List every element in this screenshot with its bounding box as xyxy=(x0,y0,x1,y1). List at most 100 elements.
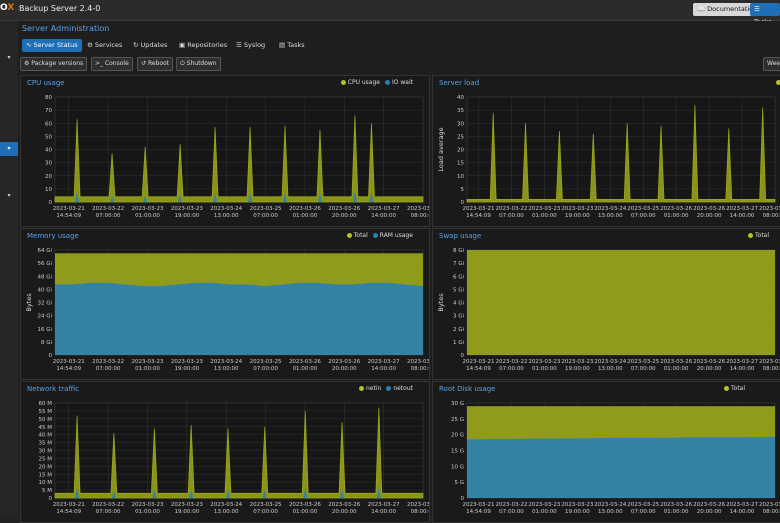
x-tick-label: 01:00:00 xyxy=(293,213,318,219)
y-tick-label: 20 G xyxy=(451,433,464,439)
y-tick-label: 40 xyxy=(457,95,464,101)
tab-services[interactable]: ⚙ Services xyxy=(83,39,126,52)
x-tick-label: 2023-03-26 xyxy=(328,359,360,365)
tab-server-status[interactable]: ∿ Server Status xyxy=(22,39,82,52)
x-tick-label: 2023-03-21 xyxy=(463,359,495,365)
x-tick-label: 2023-03-28 xyxy=(759,359,780,365)
x-tick-label: 2023-03-24 xyxy=(594,502,626,508)
y-axis-label: Bytes xyxy=(25,293,33,312)
memory-usage-chart[interactable]: 08 Gi16 Gi24 Gi32 Gi40 Gi48 Gi56 Gi64 Gi… xyxy=(21,229,429,379)
root-disk-chart[interactable]: 05 G10 G15 G20 G25 G30 G2023-03-2114:54:… xyxy=(433,382,780,522)
shutdown-button[interactable]: ⏻ Shutdown xyxy=(176,57,221,71)
x-tick-label: 13:00:00 xyxy=(214,213,239,219)
x-tick-label: 07:00:00 xyxy=(631,213,656,219)
x-tick-label: 2023-03-24 xyxy=(594,206,626,212)
y-tick-label: 20 M xyxy=(39,464,53,470)
y-tick-label: 30 M xyxy=(39,449,53,455)
x-tick-label: 14:00:00 xyxy=(730,213,755,219)
x-tick-label: 2023-03-24 xyxy=(210,359,242,365)
y-axis-label: Load average xyxy=(437,127,445,171)
x-tick-label: 07:00:00 xyxy=(631,366,656,372)
sidebar-expand-icon[interactable]: ▾ xyxy=(0,51,18,65)
x-tick-label: 2023-03-22 xyxy=(495,502,527,508)
x-tick-label: 2023-03-22 xyxy=(495,206,527,212)
x-tick-label: 13:00:00 xyxy=(214,366,239,372)
tab-tasks[interactable]: ▤ Tasks xyxy=(275,39,309,52)
main-content: Server Administration ∿ Server Status ⚙ … xyxy=(18,21,780,523)
tab-updates[interactable]: ↻ Updates xyxy=(129,39,171,52)
y-tick-label: 40 xyxy=(45,148,52,154)
x-tick-label: 2023-03-27 xyxy=(726,206,758,212)
x-tick-label: 13:00:00 xyxy=(598,509,623,515)
server-load-chart[interactable]: 05101520253035402023-03-2114:54:092023-0… xyxy=(433,76,780,226)
y-tick-label: 48 Gi xyxy=(37,274,52,280)
y-tick-label: 35 xyxy=(457,108,464,114)
y-tick-label: 10 xyxy=(45,187,52,193)
y-tick-label: 32 Gi xyxy=(37,301,52,307)
y-tick-label: 30 xyxy=(45,161,52,167)
series-area-used xyxy=(467,436,775,498)
x-tick-label: 2023-03-28 xyxy=(407,359,429,365)
y-tick-label: 35 M xyxy=(39,441,53,447)
x-tick-label: 2023-03-26 xyxy=(693,206,725,212)
series-area-used xyxy=(55,282,423,355)
cpu-usage-panel: CPU usage CPU usage IO wait 0 10 20 30 40 50 60… xyxy=(20,75,430,227)
x-tick-label: 2023-03-25 xyxy=(627,206,659,212)
x-tick-label: 2023-03-23 xyxy=(171,359,203,365)
server-load-panel: Server load 0 5 10 15 20 25 30 35 40 2023-03-21 14… xyxy=(432,75,780,227)
y-tick-label: 3 Gi xyxy=(453,314,465,320)
x-tick-label: 13:00:00 xyxy=(598,366,623,372)
x-tick-label: 2023-03-24 xyxy=(594,359,626,365)
x-tick-label: 07:00:00 xyxy=(253,366,278,372)
x-tick-label: 07:00:00 xyxy=(631,509,656,515)
y-tick-label: 10 G xyxy=(451,464,464,470)
tab-repositories[interactable]: ▣ Repositories xyxy=(175,39,231,52)
reboot-button[interactable]: ↺ Reboot xyxy=(137,57,174,71)
x-tick-label: 13:00:00 xyxy=(214,509,239,515)
x-tick-label: 2023-03-28 xyxy=(759,502,780,508)
tab-syslog[interactable]: ☰ Syslog xyxy=(232,39,269,52)
x-tick-label: 01:00:00 xyxy=(664,213,689,219)
x-tick-label: 2023-03-22 xyxy=(495,359,527,365)
sidebar-collapse-icon[interactable]: ▾ xyxy=(0,189,18,203)
sidebar: ▾ ▾ ▾ xyxy=(0,21,19,516)
timeframe-select[interactable]: Week xyxy=(763,57,780,71)
x-tick-label: 2023-03-23 xyxy=(528,206,560,212)
x-tick-label: 14:54:09 xyxy=(56,509,81,515)
y-tick-label: 7 Gi xyxy=(453,261,465,267)
x-tick-label: 08:00:00 xyxy=(411,213,429,219)
x-tick-label: 14:54:09 xyxy=(56,213,81,219)
y-tick-label: 15 G xyxy=(451,449,464,455)
y-tick-label: 8 Gi xyxy=(453,248,465,254)
x-tick-label: 2023-03-23 xyxy=(528,502,560,508)
swap-usage-chart[interactable]: 01 Gi2 Gi3 Gi4 Gi5 Gi6 Gi7 Gi8 Gi2023-03… xyxy=(433,229,780,379)
y-tick-label: 5 M xyxy=(42,488,52,494)
x-tick-label: 2023-03-27 xyxy=(368,359,400,365)
x-tick-label: 01:00:00 xyxy=(532,366,557,372)
x-tick-label: 2023-03-21 xyxy=(463,502,495,508)
y-tick-label: 40 Gi xyxy=(37,287,52,293)
x-tick-label: 2023-03-21 xyxy=(53,206,85,212)
x-tick-label: 2023-03-24 xyxy=(210,206,242,212)
y-tick-label: 6 Gi xyxy=(453,274,465,280)
x-tick-label: 2023-03-28 xyxy=(407,206,429,212)
y-tick-label: 10 M xyxy=(39,480,53,486)
x-tick-label: 2023-03-23 xyxy=(561,359,593,365)
y-tick-label: 15 xyxy=(457,161,464,167)
x-tick-label: 2023-03-22 xyxy=(92,502,124,508)
package-versions-button[interactable]: ⚙ Package versions xyxy=(20,57,88,71)
sidebar-item-active[interactable]: ▾ xyxy=(0,142,18,156)
x-tick-label: 08:00:00 xyxy=(763,366,780,372)
y-tick-label: 25 M xyxy=(39,456,53,462)
x-tick-label: 14:00:00 xyxy=(371,213,396,219)
cpu-usage-chart[interactable]: 010203040506070802023-03-2114:54:092023-… xyxy=(21,76,429,226)
y-tick-label: 24 Gi xyxy=(37,314,52,320)
network-traffic-chart[interactable]: 05 M10 M15 M20 M25 M30 M35 M40 M45 M50 M… xyxy=(21,382,430,522)
x-tick-label: 07:00:00 xyxy=(499,366,524,372)
x-tick-label: 2023-03-26 xyxy=(660,502,692,508)
tasks-button[interactable]: ☰ Tasks xyxy=(750,3,780,26)
x-tick-label: 2023-03-26 xyxy=(693,359,725,365)
top-bar: OX Backup Server 2.4-0 📖 Documentation ☰… xyxy=(0,0,780,26)
console-button[interactable]: >_ Console xyxy=(91,57,133,71)
x-tick-label: 20:00:00 xyxy=(697,213,722,219)
